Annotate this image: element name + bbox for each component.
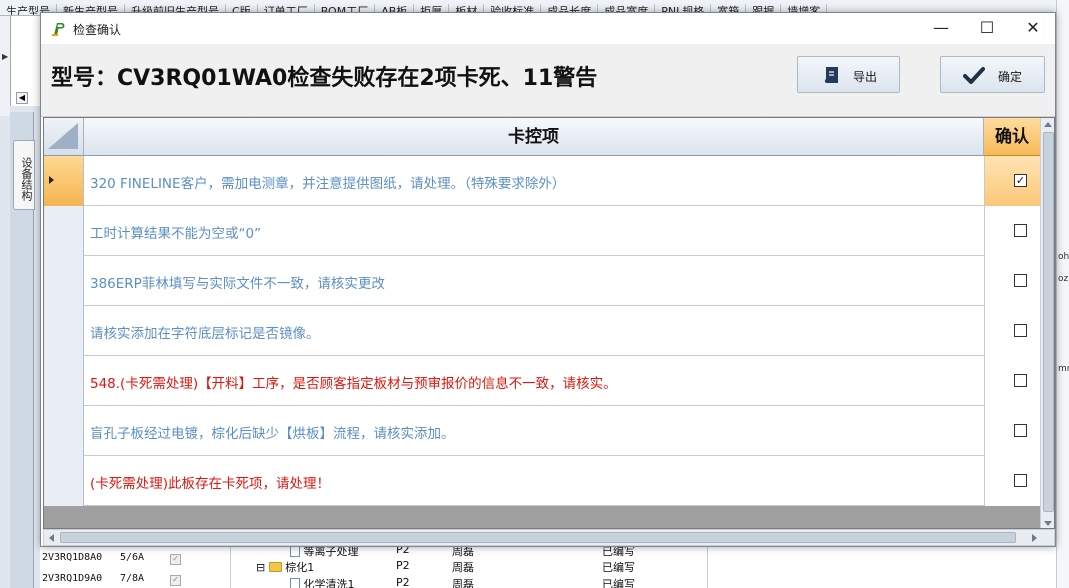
bg-checkbox[interactable]: ✓ (170, 554, 181, 565)
minimize-icon: — (933, 18, 949, 37)
bg-right-fragment: oz (1058, 274, 1069, 284)
scroll-left-icon[interactable] (49, 534, 54, 542)
grid-header: 卡控项 确认 (44, 118, 1040, 156)
export-button[interactable]: 导出 (797, 56, 900, 93)
check-item-text: 工时计算结果不能为空或“0” (90, 226, 262, 242)
check-item-row[interactable]: 386ERP菲林填写与实际文件不一致，请核实更改 (44, 256, 1040, 306)
check-item-text: 548.(卡死需处理)【开料】工序，是否顾客指定板材与预审报价的信息不一致，请核… (90, 376, 617, 392)
column-header-check-item[interactable]: 卡控项 (84, 118, 984, 156)
bg-tree-code: P2 (396, 576, 410, 588)
row-header[interactable] (44, 156, 84, 206)
grid-empty-area (44, 506, 1040, 528)
dialog-titlebar[interactable]: 检查确认 — ☐ ✕ (41, 13, 1055, 44)
confirm-checkbox[interactable] (1014, 424, 1027, 437)
row-header[interactable] (44, 256, 84, 306)
document-icon (290, 578, 300, 588)
bg-right-fragment: mm (1058, 364, 1069, 374)
confirm-checkbox[interactable] (1014, 274, 1027, 287)
vertical-scrollbar[interactable] (1040, 118, 1054, 528)
bg-divider (707, 546, 708, 588)
dialog-header: 型号：CV3RQ01WA0检查失败存在2项卡死、11警告 导出 确定 (41, 44, 1055, 117)
bg-checkbox[interactable]: ✓ (170, 575, 181, 586)
bg-divider (230, 546, 231, 588)
bg-bottom-panel (40, 546, 1056, 588)
scroll-down-icon[interactable] (1044, 521, 1052, 526)
confirm-cell (984, 356, 1040, 406)
scroll-up-icon[interactable] (1044, 122, 1052, 127)
confirm-cell (984, 306, 1040, 356)
checkmark-icon (963, 67, 985, 84)
bg-list-row[interactable]: 2V3RQ1D8A0 5/6A ✓ (42, 552, 181, 565)
horizontal-scroll-thumb[interactable] (60, 532, 1016, 543)
check-item-row[interactable]: 盲孔子板经过电镀，棕化后缺少【烘板】流程，请核实添加。 (44, 406, 1040, 456)
bg-tree-status: 已编写 (602, 578, 635, 588)
vertical-scroll-thumb[interactable] (1043, 132, 1054, 512)
check-item-text: 386ERP菲林填写与实际文件不一致，请核实更改 (90, 276, 385, 292)
check-item-row[interactable]: 548.(卡死需处理)【开料】工序，是否顾客指定板材与预审报价的信息不一致，请核… (44, 356, 1040, 406)
folder-icon (268, 562, 282, 572)
confirm-label: 确定 (998, 70, 1023, 84)
confirm-cell (984, 206, 1040, 256)
bg-model-cell: 2V3RQ1D8A0 (42, 552, 103, 563)
bg-tree-owner: 周磊 (452, 561, 474, 574)
confirm-checkbox[interactable] (1014, 474, 1027, 487)
check-item-text: 盲孔子板经过电镀，棕化后缺少【烘板】流程，请核实添加。 (90, 426, 455, 442)
book-icon (824, 67, 838, 83)
check-confirm-dialog: 检查确认 — ☐ ✕ 型号：CV3RQ01WA0检查失败存在2项卡死、11警告 … (40, 12, 1056, 547)
row-header[interactable] (44, 206, 84, 256)
export-label: 导出 (853, 70, 878, 84)
grid-rows: 320 FINELINE客户，需加电测章，并注意提供图纸，请处理。（特殊要求除外… (44, 156, 1040, 506)
close-icon: ✕ (1026, 18, 1040, 37)
bg-scroll-left-icon[interactable]: ◀ (16, 92, 28, 104)
column-header-confirm[interactable]: 确认 (984, 118, 1040, 156)
confirm-cell: ✓ (984, 156, 1040, 206)
bg-right-fragment: oh (1058, 252, 1069, 262)
bg-count-cell: 7/8A (120, 573, 145, 584)
check-item-row[interactable]: 请核实添加在字符底层标记是否镜像。 (44, 306, 1040, 356)
current-row-arrow-icon (49, 176, 54, 184)
row-header[interactable] (44, 456, 84, 506)
confirm-cell (984, 406, 1040, 456)
check-item-row[interactable]: 320 FINELINE客户，需加电测章，并注意提供图纸，请处理。（特殊要求除外… (44, 156, 1040, 206)
check-item-text: 请核实添加在字符底层标记是否镜像。 (90, 326, 320, 342)
check-item-text: 320 FINELINE客户，需加电测章，并注意提供图纸，请处理。（特殊要求除外… (90, 176, 566, 192)
bg-count-cell: 5/6A (120, 552, 145, 563)
close-button[interactable]: ✕ (1010, 13, 1056, 44)
check-items-grid: 卡控项 确认 320 FINELINE客户，需加电测章，并注意提供图纸，请处理。… (43, 117, 1055, 529)
row-header[interactable] (44, 356, 84, 406)
confirm-checkbox[interactable] (1014, 324, 1027, 337)
bg-tree-code: P2 (396, 559, 410, 572)
bg-expand-arrow-icon[interactable]: ▶ (2, 52, 8, 61)
row-header[interactable] (44, 406, 84, 456)
check-item-row[interactable]: (卡死需处理)此板存在卡死项，请处理！ (44, 456, 1040, 506)
confirm-cell (984, 256, 1040, 306)
bg-right-strip (1056, 0, 1069, 588)
bg-list-row[interactable]: 2V3RQ1D9A0 7/8A ✓ (42, 573, 181, 586)
bg-left-strip: ▶ (0, 16, 10, 116)
bg-model-cell: 2V3RQ1D9A0 (42, 573, 103, 584)
bg-tree-item[interactable]: ⊟ 棕化1 (256, 559, 314, 575)
bg-tree-owner: 周磊 (452, 578, 474, 588)
select-all-corner[interactable] (44, 118, 84, 156)
corner-triangle-icon (48, 123, 78, 149)
app-p-icon (52, 23, 65, 36)
check-item-row[interactable]: 工时计算结果不能为空或“0” (44, 206, 1040, 256)
horizontal-scrollbar[interactable] (43, 529, 1055, 546)
confirm-checkbox[interactable] (1014, 374, 1027, 387)
bg-side-tab[interactable]: 设备结构 (13, 140, 35, 210)
bg-tree-item[interactable]: 化学清洗1 (290, 576, 355, 588)
confirm-cell (984, 456, 1040, 506)
dialog-title: 检查确认 (73, 23, 122, 37)
result-heading: 型号：CV3RQ01WA0检查失败存在2项卡死、11警告 (51, 66, 598, 91)
scroll-right-icon[interactable] (1032, 534, 1037, 542)
maximize-button[interactable]: ☐ (964, 13, 1010, 44)
confirm-checkbox[interactable] (1014, 224, 1027, 237)
minimize-button[interactable]: — (918, 13, 964, 44)
check-item-text: (卡死需处理)此板存在卡死项，请处理！ (90, 476, 331, 492)
confirm-button[interactable]: 确定 (940, 56, 1045, 93)
confirm-checkbox[interactable]: ✓ (1014, 174, 1027, 187)
row-header[interactable] (44, 306, 84, 356)
bg-tree-status: 已编写 (602, 561, 635, 574)
maximize-icon: ☐ (979, 18, 995, 37)
